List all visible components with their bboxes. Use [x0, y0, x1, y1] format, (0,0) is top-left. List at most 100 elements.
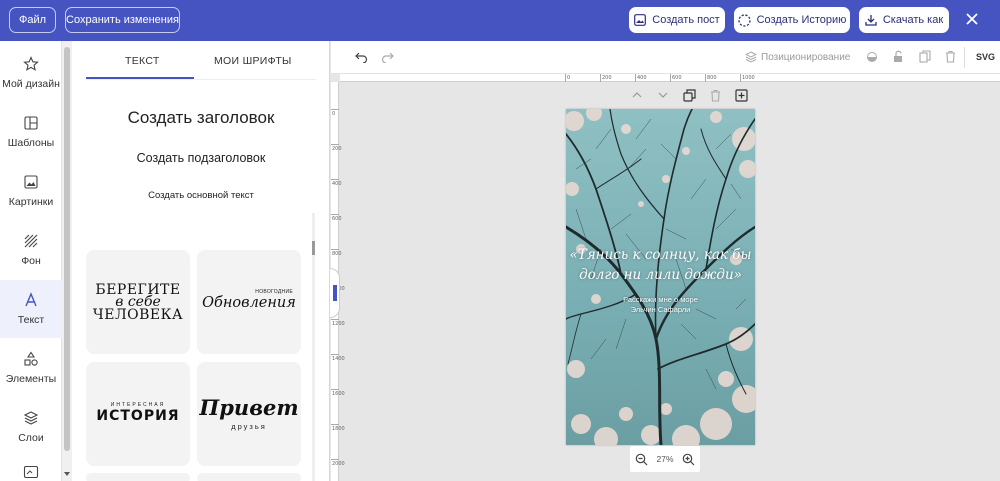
- ruler-tick: [600, 74, 601, 82]
- duplicate-page-icon[interactable]: [683, 89, 696, 102]
- move-page-up-icon[interactable]: [632, 91, 642, 99]
- rail-scroll-thumb[interactable]: [64, 47, 70, 451]
- text-icon: [25, 292, 37, 307]
- rail-item-background[interactable]: Фон: [0, 221, 62, 279]
- zoom-control: 27%: [630, 446, 700, 472]
- image-icon: [634, 14, 647, 26]
- template-text: друзья: [231, 422, 267, 431]
- ruler-label: 800: [332, 251, 342, 257]
- ruler-label: 400: [637, 75, 647, 81]
- close-icon[interactable]: [964, 11, 980, 27]
- story-author-line1[interactable]: Расскажи мне о море: [566, 295, 755, 304]
- duplicate-icon[interactable]: [919, 50, 931, 63]
- rail-scrollbar[interactable]: [62, 41, 72, 481]
- download-icon: [865, 15, 877, 26]
- panel-collapse-marker: [333, 285, 337, 301]
- text-template-card[interactable]: БЕРЕГИТЕ в себе ЧЕЛОВЕКА: [86, 250, 190, 354]
- layers-icon: [23, 411, 39, 425]
- positioning-button[interactable]: Позиционирование: [761, 52, 850, 63]
- story-author-line2[interactable]: Эльчин Сафарли: [566, 305, 755, 314]
- text-template-card[interactable]: [197, 473, 301, 481]
- svg-export-button[interactable]: SVG: [976, 52, 995, 62]
- add-heading[interactable]: Создать заголовок: [72, 108, 330, 128]
- delete-page-icon[interactable]: [710, 89, 721, 102]
- ruler-tick: [331, 179, 339, 180]
- active-tab-indicator: [86, 77, 194, 79]
- zoom-level: 27%: [656, 454, 674, 464]
- templates-icon: [24, 116, 38, 130]
- ruler-label: 400: [332, 181, 342, 187]
- ruler-tick: [740, 74, 741, 82]
- template-text: Обновления: [202, 295, 296, 311]
- download-as-button[interactable]: Скачать как: [859, 7, 949, 33]
- file-button-label: Файл: [18, 14, 47, 26]
- rail-item-layers[interactable]: Слои: [0, 398, 62, 456]
- ruler-label: 1600: [332, 391, 345, 397]
- ruler-tick: [565, 74, 566, 82]
- canvas-toolbar: Позиционирование SVG: [331, 41, 1000, 74]
- ruler-tick: [331, 459, 339, 460]
- more-tools-icon[interactable]: [23, 465, 39, 479]
- rail-item-templates[interactable]: Шаблоны: [0, 103, 62, 161]
- create-post-label: Создать пост: [652, 14, 720, 26]
- template-text: Привет: [199, 395, 299, 420]
- story-quote-text[interactable]: «Тянись к солнцу, как бы долго ни лили д…: [566, 245, 755, 285]
- text-template-card[interactable]: Привет друзья: [197, 362, 301, 466]
- save-changes-label: Сохранить изменения: [66, 14, 179, 26]
- file-button[interactable]: Файл: [9, 7, 56, 33]
- template-text: ИСТОРИЯ: [96, 408, 180, 424]
- horizontal-ruler: 0 200 400 600 800 1000: [340, 74, 1000, 82]
- scroll-down-icon[interactable]: [64, 471, 70, 477]
- ruler-tick: [331, 144, 339, 145]
- story-design-canvas[interactable]: «Тянись к солнцу, как бы долго ни лили д…: [566, 109, 755, 445]
- text-template-card[interactable]: НОВОГОДНИЕ Обновления: [197, 250, 301, 354]
- background-icon: [24, 234, 38, 248]
- image-icon: [24, 175, 38, 189]
- ruler-label: 0: [567, 75, 571, 81]
- redo-icon[interactable]: [381, 51, 394, 63]
- create-story-button[interactable]: Создать Историю: [734, 7, 850, 33]
- top-bar: Файл Сохранить изменения Создать пост Со…: [0, 0, 1000, 41]
- save-changes-button[interactable]: Сохранить изменения: [65, 7, 180, 33]
- ruler-tick: [705, 74, 706, 82]
- rail-item-label: Фон: [21, 255, 41, 267]
- tab-my-fonts[interactable]: МОИ ШРИФТЫ: [214, 55, 292, 67]
- shapes-icon: [24, 351, 38, 366]
- ruler-label: 600: [332, 216, 342, 222]
- rail-item-elements[interactable]: Элементы: [0, 339, 62, 397]
- panel-scrollbar[interactable]: [312, 213, 315, 481]
- rail-item-images[interactable]: Картинки: [0, 162, 62, 220]
- rail-item-label: Элементы: [5, 373, 57, 385]
- positioning-icon: [745, 51, 757, 63]
- text-panel: ТЕКСТ МОИ ШРИФТЫ Создать заголовок Созда…: [72, 41, 330, 481]
- rail-item-text[interactable]: Текст: [0, 280, 62, 338]
- ruler-tick: [331, 389, 339, 390]
- create-story-label: Создать Историю: [756, 14, 847, 26]
- rail-item-label: Текст: [17, 314, 45, 326]
- ruler-tick: [635, 74, 636, 82]
- undo-icon[interactable]: [355, 51, 368, 63]
- ruler-label: 2000: [332, 461, 345, 467]
- ruler-label: 1800: [332, 426, 345, 432]
- create-post-button[interactable]: Создать пост: [629, 7, 725, 33]
- ruler-label: 800: [707, 75, 717, 81]
- trash-icon[interactable]: [945, 50, 956, 63]
- opacity-icon[interactable]: [866, 51, 878, 63]
- ruler-label: 1000: [742, 75, 755, 81]
- add-subheading[interactable]: Создать подзаголовок: [72, 151, 330, 165]
- move-page-down-icon[interactable]: [658, 91, 668, 99]
- text-template-card[interactable]: [86, 473, 190, 481]
- tab-text[interactable]: ТЕКСТ: [125, 55, 160, 67]
- ruler-tick: [331, 424, 339, 425]
- text-template-card[interactable]: ИНТЕРЕСНАЯ ИСТОРИЯ: [86, 362, 190, 466]
- add-body-text[interactable]: Создать основной текст: [72, 190, 330, 201]
- zoom-in-icon[interactable]: [682, 453, 695, 466]
- panel-scroll-thumb[interactable]: [312, 241, 315, 255]
- add-page-icon[interactable]: [735, 89, 748, 102]
- rail-item-my-design[interactable]: Мой дизайн: [0, 44, 62, 102]
- lock-icon[interactable]: [892, 50, 905, 63]
- zoom-out-icon[interactable]: [635, 453, 648, 466]
- star-icon: [23, 56, 39, 71]
- ruler-label: 200: [602, 75, 612, 81]
- toolbar-divider: [964, 47, 965, 68]
